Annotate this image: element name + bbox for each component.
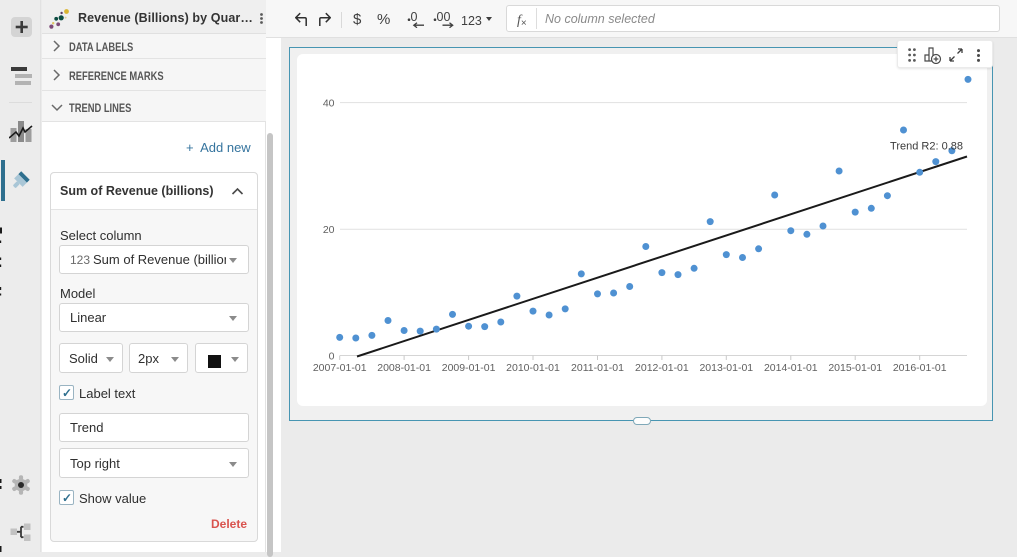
svg-text:0: 0 — [411, 11, 418, 24]
svg-text:00: 00 — [437, 11, 451, 24]
